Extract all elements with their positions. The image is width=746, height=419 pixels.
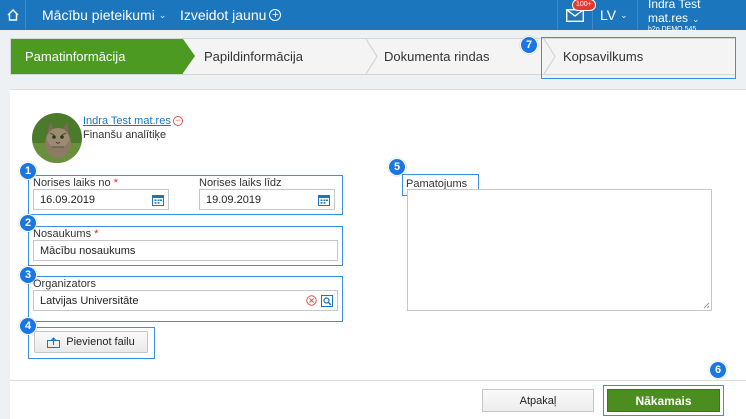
user-organization: h2o DEMO 545 [648, 26, 697, 33]
wizard-step-label: Dokumenta rindas [384, 49, 490, 64]
user-menu[interactable]: Indra Test mat.res ⌄ h2o DEMO 545 [637, 0, 746, 33]
home-icon [7, 9, 18, 21]
cat-photo [32, 113, 82, 163]
organizer-value: Latvijas Universitāte [40, 294, 139, 307]
wizard-step-label: Papildinformācija [204, 49, 303, 64]
wizard-separator [365, 39, 378, 74]
profile-position: Finanšu analītiķe [83, 129, 167, 141]
mailbox-button[interactable]: 100+ [557, 0, 596, 30]
callout-7: 7 [520, 36, 538, 54]
date-to-value: 19.09.2019 [206, 193, 262, 206]
attach-file-label: Pievienot failu [66, 336, 135, 348]
organizer-label: Organizators [33, 278, 96, 290]
wizard-active-arrow [183, 39, 195, 73]
chevron-down-icon: ⌄ [158, 9, 167, 20]
back-button[interactable]: Atpakaļ [482, 389, 594, 412]
title-label: Nosaukums * [33, 228, 99, 240]
remove-circle-icon[interactable]: − [173, 116, 183, 126]
highlight-summary-step [541, 37, 736, 79]
profile-name-link[interactable]: Indra Test mat.res [83, 115, 171, 127]
back-label: Atpakaļ [519, 394, 557, 407]
title-input[interactable]: Mācību nosaukums [33, 240, 338, 261]
calendar-icon[interactable] [318, 194, 330, 206]
chevron-down-icon: ⌄ [620, 9, 628, 20]
date-to-input[interactable]: 19.09.2019 [199, 189, 335, 210]
wizard-step-label: Pamatinformācija [25, 49, 126, 64]
reason-textarea[interactable] [407, 189, 712, 311]
user-name: Indra Test mat.res ⌄ [648, 0, 701, 25]
organizer-input[interactable]: Latvijas Universitāte [33, 290, 338, 311]
clear-circle-icon[interactable] [306, 295, 317, 306]
attach-file-button[interactable]: Pievienot failu [34, 331, 148, 353]
wizard-step-additional-info[interactable]: Papildinformācija [204, 39, 303, 74]
date-from-value: 16.09.2019 [40, 193, 96, 206]
menu-training-requests[interactable]: Mācību pieteikumi ⌄ [42, 0, 166, 30]
title-value: Mācību nosaukums [40, 244, 136, 257]
upload-icon [47, 336, 61, 348]
language-label: LV [600, 7, 617, 23]
next-label: Nākamais [635, 393, 692, 408]
top-bar: Mācību pieteikumi ⌄ Izveidot jaunu + 100… [0, 0, 746, 33]
menu-create-label: Izveidot jaunu [180, 7, 267, 23]
date-from-label: Norises laiks no * [33, 177, 118, 189]
date-to-label: Norises laiks līdz [199, 177, 282, 189]
wizard-step-document-lines[interactable]: Dokumenta rindas [384, 39, 490, 74]
next-button[interactable]: Nākamais [607, 389, 720, 412]
menu-training-label: Mācību pieteikumi [42, 7, 155, 23]
avatar [32, 113, 82, 163]
calendar-icon[interactable] [152, 194, 164, 206]
language-selector[interactable]: LV ⌄ [600, 0, 628, 30]
callout-5: 5 [388, 158, 406, 176]
resize-handle-icon[interactable] [702, 301, 710, 309]
lookup-search-icon[interactable] [321, 295, 333, 307]
menu-create-new[interactable]: Izveidot jaunu + [180, 0, 282, 30]
wizard-step-basic-info[interactable]: Pamatinformācija [11, 39, 183, 74]
date-from-input[interactable]: 16.09.2019 [33, 189, 169, 210]
callout-6: 6 [709, 361, 727, 379]
chevron-down-icon: ⌄ [692, 14, 700, 24]
mail-count-badge: 100+ [572, 0, 596, 11]
plus-circle-icon: + [269, 9, 282, 21]
home-button[interactable] [0, 0, 26, 30]
